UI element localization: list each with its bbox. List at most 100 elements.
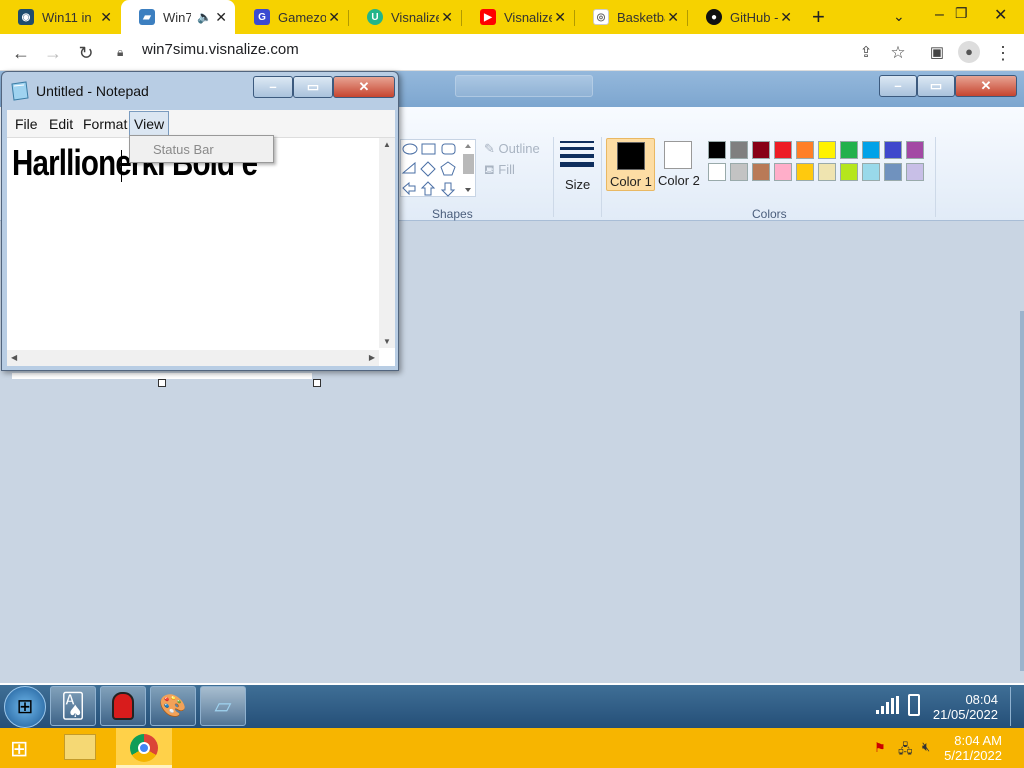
back-arrow-icon[interactable]: ← (8, 40, 34, 66)
start-orb-icon[interactable]: ⊞ (4, 686, 46, 728)
paint-minimize-button[interactable]: – (879, 75, 917, 97)
menu-format[interactable]: Format (79, 114, 131, 134)
among-us-taskbar-icon[interactable] (100, 686, 146, 726)
close-tab-icon[interactable]: ✕ (554, 9, 566, 26)
browser-tab[interactable]: G Gamezop ✕ (236, 0, 348, 34)
notepad-close-button[interactable]: ✕ (333, 76, 395, 98)
outline-brush-icon: ✎ (484, 141, 495, 156)
lock-icon[interactable]: 🔒︎ (117, 45, 123, 60)
solitaire-taskbar-icon[interactable]: 🂡 (50, 686, 96, 726)
flag-icon[interactable]: ⚑ (874, 740, 886, 756)
palette-swatch[interactable] (906, 163, 924, 181)
palette-swatch[interactable] (708, 141, 726, 159)
fill-button[interactable]: ⛾ Fill (484, 162, 515, 180)
profile-avatar-icon[interactable]: ● (958, 41, 980, 63)
palette-swatch[interactable] (774, 141, 792, 159)
scroll-right-icon[interactable]: ▶ (369, 353, 375, 362)
size-lines-icon[interactable] (560, 139, 594, 171)
palette-swatch[interactable] (730, 141, 748, 159)
notepad-text-area[interactable]: HarllionerkI Bold e ▲ ▼ ◀ ▶ (7, 138, 395, 366)
menu-item-status-bar[interactable]: Status Bar (153, 142, 214, 157)
paint-taskbar-icon[interactable]: 🎨 (150, 686, 196, 726)
reload-icon[interactable]: ↻ (73, 40, 99, 66)
forward-arrow-icon[interactable]: → (40, 40, 66, 66)
palette-swatch[interactable] (796, 163, 814, 181)
network-icon[interactable]: 🖧 (898, 740, 913, 762)
bookmark-star-icon[interactable]: ☆ (885, 40, 911, 66)
palette-swatch[interactable] (752, 141, 770, 159)
speaker-icon[interactable]: 🔈 (197, 10, 212, 24)
scroll-up-icon[interactable]: ▲ (383, 140, 391, 149)
browser-tab[interactable]: U Visnalize ✕ (349, 0, 461, 34)
host-clock[interactable]: 8:04 AM 5/21/2022 (930, 733, 1002, 763)
palette-swatch[interactable] (818, 163, 836, 181)
address-bar[interactable]: win7simu.visnalize.com (142, 41, 299, 58)
restore-icon[interactable]: ❐ (955, 5, 968, 22)
shapes-gallery[interactable] (400, 139, 476, 197)
palette-swatch[interactable] (862, 141, 880, 159)
minimize-icon[interactable]: – (935, 6, 944, 24)
share-icon[interactable]: ⇪ (853, 40, 879, 66)
palette-swatch[interactable] (730, 163, 748, 181)
signal-bars-icon[interactable] (876, 696, 900, 714)
browser-toolbar: ← → ↻ 🔒︎ win7simu.visnalize.com ⇪ ☆ ▣ ● … (0, 34, 1024, 71)
chrome-taskbar-button[interactable] (116, 728, 172, 768)
show-desktop-button[interactable] (1010, 687, 1022, 726)
canvas-resize-handle[interactable] (158, 379, 166, 387)
palette-swatch[interactable] (840, 163, 858, 181)
notepad-minimize-button[interactable]: – (253, 76, 293, 98)
browser-tab[interactable]: ◎ Basketba ✕ (575, 0, 687, 34)
close-tab-icon[interactable]: ✕ (100, 9, 112, 26)
palette-swatch[interactable] (906, 141, 924, 159)
close-window-icon[interactable]: ✕ (994, 5, 1007, 25)
new-tab-icon[interactable]: + (812, 4, 825, 30)
color2-button[interactable]: Color 2 (658, 138, 701, 191)
menu-file[interactable]: File (11, 114, 42, 134)
file-explorer-icon[interactable] (64, 734, 96, 760)
canvas-resize-handle[interactable] (313, 379, 321, 387)
notepad-taskbar-icon[interactable]: ▱ (200, 686, 246, 726)
paint-close-button[interactable]: ✕ (955, 75, 1017, 97)
palette-swatch[interactable] (774, 163, 792, 181)
palette-swatch[interactable] (884, 141, 902, 159)
notepad-maximize-button[interactable]: ▭ (293, 76, 333, 98)
browser-tab[interactable]: ◉ Win11 in ✕ (0, 0, 120, 34)
scroll-down-icon[interactable]: ▼ (383, 337, 391, 346)
close-tab-icon[interactable]: ✕ (667, 9, 679, 26)
menu-kebab-icon[interactable]: ⋮ (990, 40, 1016, 66)
palette-swatch[interactable] (752, 163, 770, 181)
side-panel-icon[interactable]: ▣ (924, 40, 950, 66)
browser-tab-active[interactable]: ▰ Win7 🔈 ✕ (121, 0, 235, 34)
size-label[interactable]: Size (565, 177, 590, 192)
notepad-title: Untitled - Notepad (36, 83, 149, 99)
scroll-left-icon[interactable]: ◀ (11, 353, 17, 362)
vertical-scrollbar[interactable]: ▲ ▼ (379, 138, 395, 348)
menu-view[interactable]: View (129, 111, 170, 137)
palette-swatch[interactable] (796, 141, 814, 159)
win7-clock[interactable]: 08:04 21/05/2022 (928, 692, 998, 722)
menu-edit[interactable]: Edit (45, 114, 77, 134)
battery-icon[interactable] (908, 694, 920, 716)
tab-search-chevron-icon[interactable]: ⌄ (893, 8, 905, 25)
close-tab-icon[interactable]: ✕ (780, 9, 792, 26)
color1-swatch (617, 142, 645, 170)
github-favicon-icon: ● (706, 9, 722, 25)
close-tab-icon[interactable]: ✕ (328, 9, 340, 26)
palette-swatch[interactable] (884, 163, 902, 181)
color1-button[interactable]: Color 1 (606, 138, 655, 191)
text-cursor (121, 150, 122, 182)
horizontal-scrollbar[interactable]: ◀ ▶ (7, 350, 379, 366)
close-tab-icon[interactable]: ✕ (441, 9, 453, 26)
palette-swatch[interactable] (862, 163, 880, 181)
palette-swatch[interactable] (708, 163, 726, 181)
windows-start-icon[interactable]: ⊞ (10, 736, 28, 762)
volume-muted-icon[interactable]: 🔇︎ (922, 739, 930, 755)
paint-maximize-button[interactable]: ▭ (917, 75, 955, 97)
palette-swatch[interactable] (840, 141, 858, 159)
palette-swatch[interactable] (818, 141, 836, 159)
close-tab-icon[interactable]: ✕ (215, 9, 227, 26)
browser-tab[interactable]: ● GitHub - ✕ (688, 0, 800, 34)
outline-button[interactable]: ✎ Outline (484, 141, 540, 157)
browser-tab[interactable]: ▶ Visnalize ✕ (462, 0, 574, 34)
gamezop-favicon-icon: G (254, 9, 270, 25)
